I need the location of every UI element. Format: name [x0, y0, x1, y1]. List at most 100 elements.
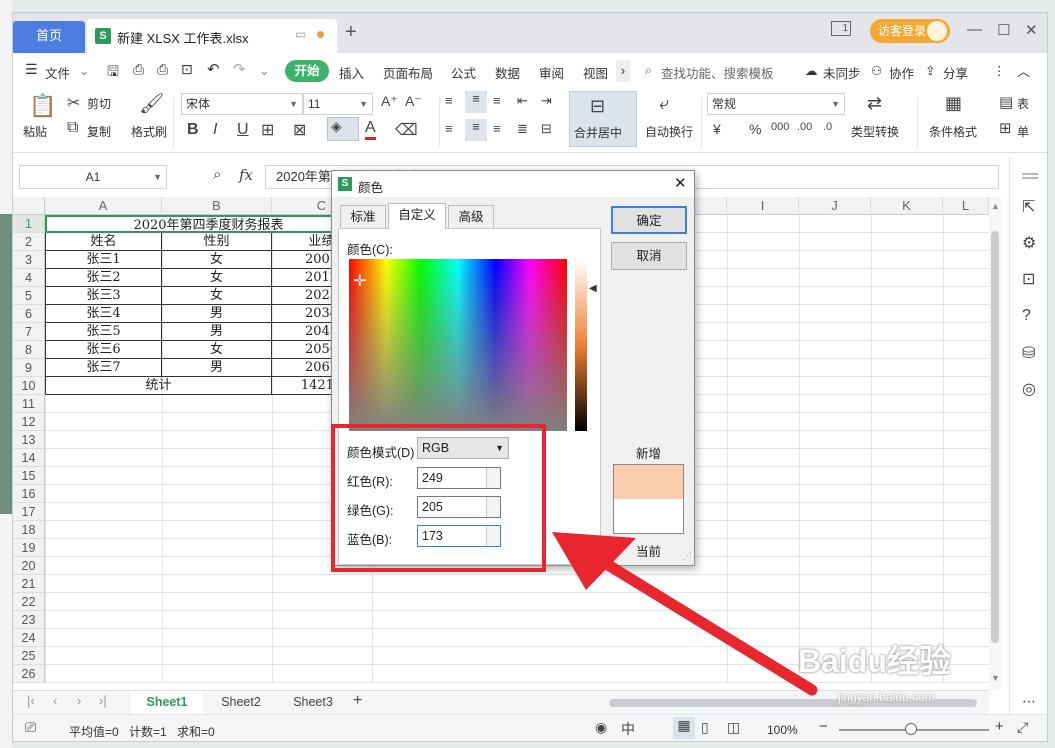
cancel-button[interactable]: 取消 [611, 242, 687, 270]
table-cell[interactable]: 女 [162, 269, 272, 287]
column-header-i[interactable]: I [727, 197, 799, 215]
table-cell[interactable]: 张三5 [45, 323, 162, 341]
table-cell[interactable]: 男 [162, 305, 272, 323]
italic-icon[interactable]: I [213, 121, 217, 139]
scroll-down-icon[interactable]: ▼ [991, 673, 1000, 683]
column-header-l[interactable]: L [943, 197, 989, 215]
sync-status[interactable]: 未同步 [823, 63, 861, 82]
table-cell[interactable]: 张三6 [45, 341, 162, 359]
vertical-scrollbar-track[interactable]: ▲ ▼ [989, 197, 1001, 690]
zoom-in-icon[interactable]: + [995, 718, 1004, 735]
row-header[interactable]: 19 [13, 539, 45, 557]
table-cell[interactable]: 男 [162, 359, 272, 377]
column-header-a[interactable]: A [45, 197, 162, 215]
table-style-icon[interactable]: ▤ [999, 93, 1013, 111]
quick-access-dropdown-icon[interactable]: ⌄ [259, 63, 269, 78]
prev-sheet-icon[interactable]: ‹ [53, 693, 57, 708]
indent-increase-icon[interactable]: ⇥ [541, 93, 552, 109]
align-right-icon[interactable]: ≡ [493, 121, 501, 136]
cloud-sync-icon[interactable]: ☁ [805, 63, 818, 78]
undo-icon[interactable]: ↶ [207, 60, 220, 78]
search-icon[interactable]: ⌕ [645, 63, 652, 78]
border-icon[interactable]: ⊞ [261, 120, 274, 140]
reading-view-icon[interactable]: ◫ [727, 719, 740, 736]
add-sheet-icon[interactable]: + [353, 692, 362, 710]
tab-insert[interactable]: 插入 [339, 63, 364, 82]
minimize-button[interactable]: — [967, 21, 982, 38]
tab-advanced[interactable]: 高级 [448, 205, 494, 229]
collapse-ribbon-icon[interactable]: ︿ [1017, 61, 1030, 80]
print-icon[interactable]: ⎙ [157, 61, 168, 78]
zoom-search-icon[interactable]: ⌕ [213, 166, 221, 183]
normal-view-icon[interactable]: ▦ [673, 717, 695, 739]
row-header[interactable]: 11 [13, 395, 45, 413]
underline-icon[interactable]: U [237, 121, 249, 139]
row-header[interactable]: 26 [13, 665, 45, 683]
single-button[interactable]: 单 [1017, 123, 1029, 140]
table-cell[interactable]: 张三7 [45, 359, 162, 377]
type-convert-icon[interactable]: ⇄ [867, 93, 882, 114]
zoom-out-icon[interactable]: − [819, 718, 828, 735]
backup-icon[interactable]: ⛁ [1022, 343, 1035, 363]
font-color-icon[interactable]: A [365, 119, 376, 140]
cell-style-icon[interactable]: ⊠ [293, 120, 306, 140]
type-convert-button[interactable]: 类型转换 [851, 123, 899, 140]
row-header[interactable]: 2 [13, 233, 45, 251]
table-style-button[interactable]: 表 [1017, 95, 1029, 112]
merge-center-button[interactable]: ⊟ 合并居中 [569, 91, 637, 147]
luminance-slider[interactable] [575, 259, 587, 431]
collab-icon[interactable]: ⚇ [871, 63, 882, 78]
row-header[interactable]: 3 [13, 251, 45, 269]
sheet-tab-sheet1[interactable]: Sheet1 [131, 691, 203, 714]
more-icon[interactable]: ⋯ [1022, 693, 1036, 710]
next-sheet-icon[interactable]: › [77, 693, 81, 708]
row-header[interactable]: 8 [13, 341, 45, 359]
conditional-format-button[interactable]: 条件格式 [929, 123, 977, 140]
clear-format-icon[interactable]: ⌫ [395, 120, 418, 140]
export-pdf-icon[interactable]: ⎙ [133, 61, 144, 78]
increase-font-icon[interactable]: A⁺ [381, 93, 398, 110]
name-box[interactable]: A1 ▼ [19, 165, 167, 189]
file-menu[interactable]: 文件 [45, 63, 70, 82]
tab-page-layout[interactable]: 页面布局 [383, 63, 433, 82]
bold-icon[interactable]: B [187, 121, 199, 139]
row-header[interactable]: 25 [13, 647, 45, 665]
table-cell[interactable]: 女 [162, 341, 272, 359]
single-icon[interactable]: ⊞ [999, 119, 1012, 137]
indent-decrease-icon[interactable]: ⇤ [517, 93, 528, 109]
align-top-icon[interactable]: ≡ [445, 93, 453, 108]
table-cell[interactable]: 男 [162, 323, 272, 341]
row-header[interactable]: 5 [13, 287, 45, 305]
row-header[interactable]: 6 [13, 305, 45, 323]
font-name-select[interactable]: 宋体 ▼ [181, 93, 303, 115]
eye-protection-icon[interactable]: ◉ [595, 719, 607, 736]
share-button[interactable]: 分享 [943, 63, 968, 82]
table-cell[interactable]: 女 [162, 287, 272, 305]
ok-button[interactable]: 确定 [611, 206, 687, 234]
conditional-format-icon[interactable]: ▦ [945, 93, 962, 114]
tab-standard[interactable]: 标准 [340, 205, 386, 229]
wrap-text-button[interactable]: 自动换行 [645, 123, 693, 140]
table-cell[interactable]: 张三2 [45, 269, 162, 287]
redo-icon[interactable]: ↷ [233, 60, 246, 78]
zoom-level-select[interactable]: 100% [767, 723, 798, 737]
align-bottom-icon[interactable]: ≡ [493, 93, 501, 108]
ai-icon[interactable]: ◎ [1022, 379, 1036, 399]
row-header[interactable]: 24 [13, 629, 45, 647]
zoom-slider-handle[interactable] [905, 723, 917, 735]
align-center-icon[interactable]: ≡ [465, 119, 487, 141]
status-screen-icon[interactable]: ⎚ [25, 719, 36, 736]
table-cell[interactable]: 张三3 [45, 287, 162, 305]
number-format-select[interactable]: 常规 ▼ [707, 93, 845, 115]
new-tab-button[interactable]: + [345, 21, 357, 44]
fill-color-icon[interactable]: ◈ [327, 117, 359, 141]
chevron-down-icon[interactable]: ⌄ [79, 63, 89, 78]
thousands-icon[interactable]: 000 [771, 121, 789, 133]
monitor-icon[interactable]: ▭ [295, 27, 306, 41]
maximize-button[interactable]: ☐ [997, 21, 1010, 39]
tab-custom[interactable]: 自定义 [388, 203, 446, 229]
help-icon[interactable]: ? [1022, 307, 1031, 325]
title-cell[interactable]: 2020年第四季度财务报表 [45, 215, 372, 233]
paste-button[interactable]: 粘贴 [23, 123, 47, 140]
increase-decimal-icon[interactable]: .00 [797, 121, 812, 133]
